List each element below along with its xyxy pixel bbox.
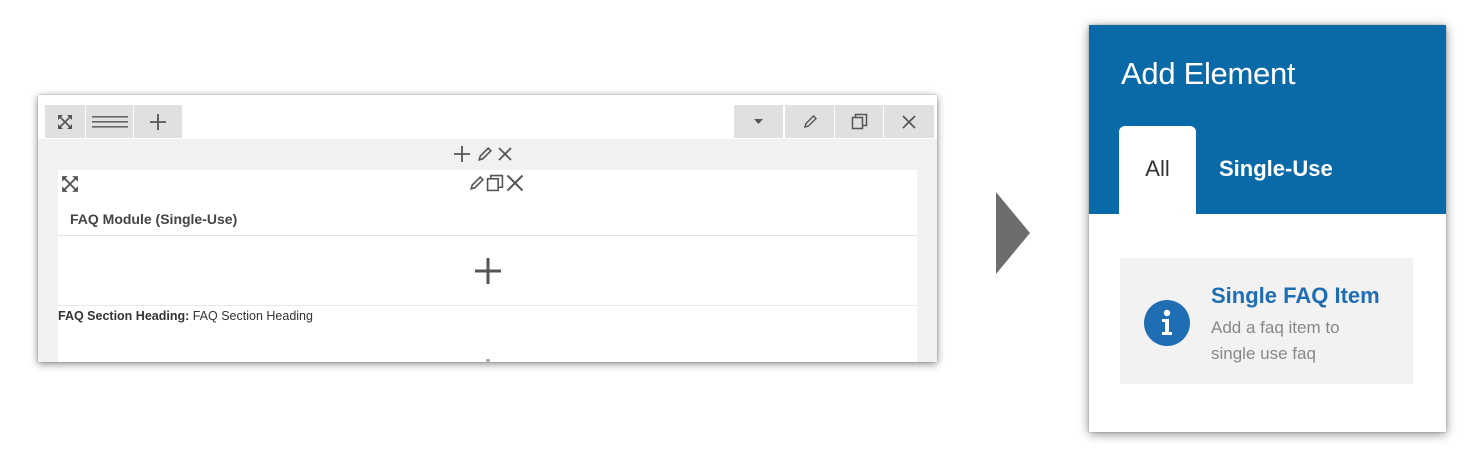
add-column-button[interactable] <box>134 105 182 138</box>
module-title: FAQ Module (Single-Use) <box>70 211 238 227</box>
expand-button[interactable] <box>45 105 85 138</box>
tab-all[interactable]: All <box>1119 126 1196 215</box>
add-icon[interactable] <box>474 257 502 285</box>
panel-title: Add Element <box>1121 56 1296 91</box>
field-label: FAQ Section Heading: <box>58 309 190 323</box>
close-icon <box>902 114 916 129</box>
duplicate-icon <box>851 113 867 130</box>
drag-handle-button[interactable] <box>86 105 133 138</box>
duplicate-icon[interactable] <box>486 174 504 192</box>
delete-section-button[interactable] <box>884 105 934 138</box>
duplicate-section-button[interactable] <box>835 105 883 138</box>
add-element-zone[interactable] <box>58 237 917 306</box>
expand-icon <box>58 114 72 129</box>
section-body: FAQ Module (Single-Use) FAQ Section Head… <box>38 139 937 362</box>
edit-pencil-icon <box>803 114 817 128</box>
module-tools <box>468 173 525 193</box>
element-item-single-faq[interactable]: Single FAQ Item Add a faq item to single… <box>1120 258 1413 384</box>
faq-module: FAQ Module (Single-Use) FAQ Section Head… <box>58 170 917 362</box>
tab-single-use[interactable]: Single-Use <box>1219 156 1333 182</box>
add-element-header: Add Element All Single-Use <box>1089 25 1446 215</box>
field-summary: FAQ Section Heading: FAQ Section Heading <box>58 309 313 323</box>
row-tools <box>452 143 532 165</box>
drag-handle-icon <box>91 115 128 128</box>
edit-pencil-icon[interactable] <box>476 146 493 163</box>
dropdown-button[interactable] <box>734 105 783 138</box>
builder-section: FAQ Module (Single-Use) FAQ Section Head… <box>38 95 937 362</box>
expand-icon[interactable] <box>61 175 79 193</box>
flow-arrow <box>996 192 1030 274</box>
add-element-panel: Add Element All Single-Use Single FAQ It… <box>1089 25 1446 432</box>
add-icon[interactable] <box>452 144 472 164</box>
field-value: FAQ Section Heading <box>189 309 313 323</box>
info-icon <box>1144 300 1190 346</box>
module-header: FAQ Module (Single-Use) <box>58 170 917 236</box>
add-icon <box>150 113 166 130</box>
dropdown-caret-icon <box>754 118 763 124</box>
edit-pencil-icon[interactable] <box>468 175 485 192</box>
section-toolbar <box>38 95 937 139</box>
screenshot-stage: FAQ Module (Single-Use) FAQ Section Head… <box>0 0 1470 474</box>
close-icon[interactable] <box>505 173 525 193</box>
element-description: Add a faq item to single use faq <box>1211 318 1340 363</box>
element-title: Single FAQ Item <box>1211 283 1380 308</box>
close-icon[interactable] <box>497 146 513 162</box>
bottom-handle <box>486 359 490 362</box>
edit-section-button[interactable] <box>785 105 834 138</box>
